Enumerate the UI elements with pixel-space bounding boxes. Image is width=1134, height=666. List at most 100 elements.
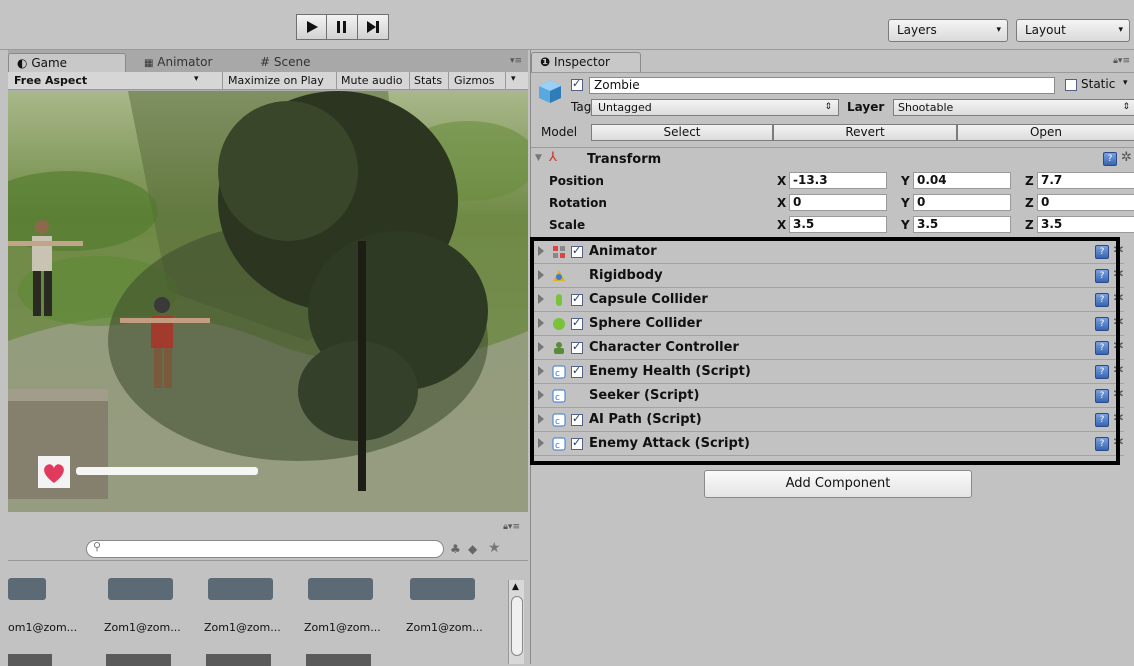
axis-y-label: Y [901, 174, 910, 188]
game-icon: ◐ [17, 56, 28, 70]
animator-icon: ▦ [144, 58, 154, 69]
transform-icon: ⅄ [549, 150, 557, 165]
step-icon [367, 21, 379, 33]
asset-thumbnail[interactable] [410, 578, 475, 600]
game-viewport[interactable] [8, 91, 528, 512]
axis-y-label: Y [901, 196, 910, 210]
rotation-x-field[interactable]: 0 [789, 194, 887, 211]
model-open-button[interactable]: Open [957, 124, 1134, 141]
asset-thumbnail [8, 654, 52, 666]
asset-thumbnail[interactable] [208, 578, 273, 600]
model-select-button[interactable]: Select [591, 124, 773, 141]
maximize-on-play-toggle[interactable]: Maximize on Play [228, 74, 324, 87]
model-revert-button[interactable]: Revert [773, 124, 957, 141]
rotation-z-field[interactable]: 0 [1037, 194, 1134, 211]
gizmos-dropdown[interactable]: Gizmos [454, 74, 495, 87]
game-view-bar: Free Aspect ▾ Maximize on Play Mute audi… [8, 72, 528, 90]
layers-dropdown[interactable]: Layers ▾ [888, 19, 1008, 42]
asset-label[interactable]: Zom1@zom... [204, 621, 281, 634]
object-name-field[interactable]: Zombie [589, 77, 1055, 94]
asset-label[interactable]: Zom1@zom... [406, 621, 483, 634]
gear-icon[interactable]: ✲ [1121, 150, 1132, 165]
axis-x-label: X [777, 196, 787, 210]
tab-game[interactable]: ◐ Game [8, 53, 126, 72]
asset-thumbnail[interactable] [108, 578, 173, 600]
tag-dropdown[interactable]: Untagged ⇕ [591, 99, 839, 116]
layers-label: Layers [897, 23, 937, 37]
layer-value: Shootable [898, 101, 954, 114]
scrollbar-thumb[interactable] [511, 596, 523, 656]
position-z-field[interactable]: 7.7 [1037, 172, 1134, 189]
play-icon [306, 21, 318, 33]
transform-title: Transform [587, 152, 662, 167]
step-button[interactable] [358, 14, 389, 40]
lock-icon[interactable]: 🔒︎▾≡ [503, 522, 520, 532]
tag-value: Untagged [598, 101, 652, 114]
rotation-y-field[interactable]: 0 [913, 194, 1011, 211]
static-checkbox[interactable] [1065, 79, 1077, 91]
tab-inspector[interactable]: ❶ Inspector [531, 52, 641, 72]
asset-label[interactable]: Zom1@zom... [104, 621, 181, 634]
asset-thumbnail [106, 654, 171, 666]
asset-label[interactable]: Zom1@zom... [304, 621, 381, 634]
layout-dropdown[interactable]: Layout ▾ [1016, 19, 1130, 42]
asset-thumbnail[interactable] [8, 578, 46, 600]
favorite-star-icon[interactable]: ★ [488, 540, 501, 556]
play-button[interactable] [296, 14, 327, 40]
playback-controls [296, 14, 389, 40]
axis-z-label: Z [1025, 174, 1034, 188]
scroll-up-icon[interactable]: ▲ [512, 582, 519, 592]
help-icon[interactable]: ? [1103, 152, 1117, 166]
search-input[interactable]: ⚲ [86, 540, 444, 558]
main-toolbar: Layers ▾ Layout ▾ [0, 0, 1134, 50]
aspect-dropdown[interactable]: Free Aspect [14, 74, 87, 87]
scrollbar[interactable]: ▲ [508, 580, 524, 664]
tab-label: Inspector [554, 55, 610, 69]
search-icon: ⚲ [93, 540, 102, 553]
scale-x-field[interactable]: 3.5 [789, 216, 887, 233]
add-component-button[interactable]: Add Component [704, 470, 972, 498]
axis-y-label: Y [901, 218, 910, 232]
scale-y-field[interactable]: 3.5 [913, 216, 1011, 233]
axis-x-label: X [777, 174, 787, 188]
pause-button[interactable] [327, 14, 358, 40]
highlight-box [530, 237, 1120, 465]
axis-z-label: Z [1025, 196, 1034, 210]
layer-dropdown[interactable]: Shootable ⇕ [893, 99, 1134, 116]
fold-arrow-icon[interactable]: ▼ [535, 153, 542, 163]
menu-icon[interactable]: ▾≡ [510, 56, 522, 66]
info-icon: ❶ [540, 55, 551, 69]
scale-label: Scale [549, 218, 586, 232]
scene-icon: # [260, 55, 271, 69]
mute-audio-toggle[interactable]: Mute audio [341, 74, 403, 87]
filter-label-icon[interactable]: ◆ [468, 542, 477, 556]
asset-thumbnail [306, 654, 371, 666]
lock-icon[interactable]: 🔒︎▾≡ [1113, 56, 1130, 66]
axis-z-label: Z [1025, 218, 1034, 232]
position-y-field[interactable]: 0.04 [913, 172, 1011, 189]
chevron-down-icon[interactable]: ▾ [1123, 78, 1128, 88]
chevron-down-icon: ▾ [1118, 25, 1123, 35]
position-label: Position [549, 174, 604, 188]
heart-icon [38, 456, 70, 488]
tag-label: Tag [571, 100, 592, 114]
chevron-down-icon: ▾ [194, 74, 199, 84]
tab-label: Game [31, 56, 68, 70]
layer-label: Layer [847, 100, 885, 114]
chevron-down-icon: ▾ [511, 74, 516, 84]
tab-animator[interactable]: ▦ Animator [136, 53, 236, 72]
game-panel: ◐ Game ▦ Animator # Scene ▾≡ Free Aspect… [8, 50, 528, 512]
tab-scene[interactable]: # Scene [252, 53, 352, 72]
game-tabbar: ◐ Game ▦ Animator # Scene ▾≡ [8, 50, 528, 72]
asset-thumbnail[interactable] [308, 578, 373, 600]
layout-label: Layout [1025, 23, 1066, 37]
active-checkbox[interactable] [571, 77, 583, 91]
asset-label[interactable]: om1@zom... [8, 621, 77, 634]
health-bar [76, 467, 258, 475]
asset-thumbnail [206, 654, 271, 666]
chevron-updown-icon: ⇕ [824, 102, 832, 112]
scale-z-field[interactable]: 3.5 [1037, 216, 1134, 233]
filter-type-icon[interactable]: ♣ [450, 542, 461, 556]
stats-toggle[interactable]: Stats [414, 74, 442, 87]
position-x-field[interactable]: -13.3 [789, 172, 887, 189]
